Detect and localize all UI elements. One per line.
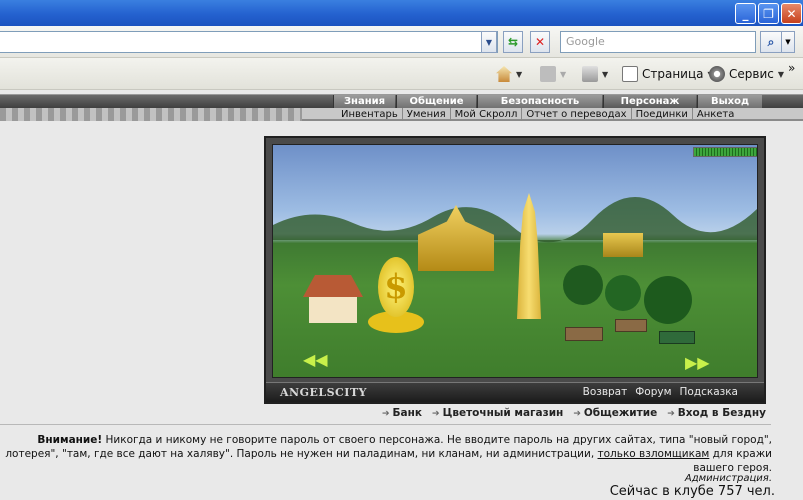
printer-icon: [582, 66, 598, 82]
warning-title: Внимание!: [37, 434, 103, 446]
nav-tab-exit[interactable]: Выход: [697, 95, 762, 109]
return-link[interactable]: Возврат: [583, 386, 628, 398]
game-nav-top: Знания Общение Безопасность Персонаж Вых…: [0, 94, 803, 109]
more-button[interactable]: »: [788, 58, 795, 78]
hackers-link[interactable]: только взломщикам: [598, 448, 710, 460]
page-menu-button[interactable]: Страница ▼: [622, 64, 714, 84]
palace-building[interactable]: [603, 233, 643, 257]
bench: [565, 327, 603, 341]
frame-footer: ANGELSCITY Возврат Форум Подсказка: [266, 382, 764, 402]
brand-logo: ANGELSCITY: [280, 386, 367, 399]
game-nav-sub: Инвентарь Умения Мой Скролл Отчет о пере…: [0, 108, 803, 121]
window-titlebar: _ ❐ ✕: [0, 0, 803, 26]
frame-links: Возврат Форум Подсказка: [583, 386, 738, 398]
nav-tab-security[interactable]: Безопасность: [477, 95, 602, 109]
location-label: Вход в Бездну: [677, 407, 766, 419]
sub-nav-links: Инвентарь Умения Мой Скролл Отчет о пере…: [337, 108, 738, 121]
location-label: Цветочный магазин: [442, 407, 564, 419]
stop-icon: ✕: [534, 35, 546, 49]
chevron-down-icon: ▼: [785, 38, 791, 46]
location-bank-link[interactable]: ➔ Банк: [382, 407, 422, 419]
arrow-right-icon: ➔: [382, 409, 390, 419]
location-label: Банк: [392, 407, 423, 419]
command-bar: ▼ ▼ ▼ Страница ▼ Сервис ▼ »: [0, 58, 803, 90]
game-frame: $ ◀◀ ▶▶ ANGELSCITY Возврат Форум Подсказ…: [264, 136, 766, 404]
sub-nav-transfers[interactable]: Отчет о переводах: [522, 108, 632, 121]
arrow-right-icon: ➔: [432, 409, 440, 419]
sub-nav-inventory[interactable]: Инвентарь: [337, 108, 403, 121]
rss-icon: [540, 66, 556, 82]
forum-link[interactable]: Форум: [635, 386, 671, 398]
nav-ornament: [0, 108, 302, 121]
search-button[interactable]: ⌕: [760, 31, 782, 53]
home-icon: [496, 66, 512, 82]
refresh-button[interactable]: ⇆: [503, 31, 523, 53]
warning-line-2: лотерея", "там, где все дают на халяву".…: [0, 447, 772, 461]
online-count: Сейчас в клубе 757 чел.: [609, 484, 775, 499]
content-divider: [0, 424, 771, 425]
health-fill: [694, 148, 757, 156]
bank-building[interactable]: $: [368, 257, 424, 335]
feeds-button[interactable]: ▼: [540, 64, 566, 84]
warning-text-1: Никогда и никому не говорите пароль от с…: [102, 434, 772, 446]
city-view: $ ◀◀ ▶▶: [272, 144, 758, 378]
chevron-down-icon: ▼: [777, 69, 785, 79]
address-dropdown-button[interactable]: ▼: [481, 31, 497, 53]
arrow-right-icon[interactable]: ▶▶: [685, 353, 710, 372]
home-button[interactable]: ▼: [496, 64, 522, 84]
tools-menu-button[interactable]: Сервис ▼: [709, 64, 784, 84]
arrow-left-icon[interactable]: ◀◀: [303, 350, 328, 369]
stop-button[interactable]: ✕: [530, 31, 550, 53]
nav-tab-communication[interactable]: Общение: [396, 95, 476, 109]
location-links: ➔ Банк ➔ Цветочный магазин ➔ Общежитие ➔ Вхо…: [382, 407, 766, 419]
city-scene: $ ◀◀ ▶▶: [273, 145, 757, 377]
admin-signature: Администрация.: [684, 473, 772, 484]
cottage-building[interactable]: [303, 275, 363, 323]
search-input[interactable]: Google: [560, 31, 756, 53]
location-dormitory-link[interactable]: ➔ Общежитие: [573, 407, 657, 419]
security-warning: Внимание! Никогда и никому не говорите п…: [0, 433, 772, 475]
arrow-right-icon: ➔: [573, 409, 581, 419]
page-icon: [622, 66, 638, 82]
warning-text-2b: для кражи: [709, 448, 772, 460]
location-abyss-link[interactable]: ➔ Вход в Бездну: [667, 407, 766, 419]
bench: [615, 319, 647, 332]
sub-nav-profile[interactable]: Анкета: [693, 108, 739, 121]
location-flower-shop-link[interactable]: ➔ Цветочный магазин: [432, 407, 563, 419]
chevron-down-icon: ▼: [516, 69, 523, 79]
sub-nav-fights[interactable]: Поединки: [632, 108, 693, 121]
address-input[interactable]: [0, 31, 498, 53]
close-button[interactable]: ✕: [781, 3, 802, 24]
warning-line-3: вашего героя.: [0, 461, 772, 475]
warning-text-2: лотерея", "там, где все дают на халяву".…: [5, 448, 595, 460]
hint-link[interactable]: Подсказка: [680, 386, 739, 398]
nav-tab-character[interactable]: Персонаж: [603, 95, 696, 109]
location-label: Общежитие: [583, 407, 658, 419]
search-options-button[interactable]: ▼: [782, 31, 795, 53]
tools-menu-label: Сервис: [729, 67, 774, 81]
warning-line-1: Внимание! Никогда и никому не говорите п…: [0, 433, 772, 447]
address-bar-row: ▼ ⇆ ✕ Google ⌕ ▼: [0, 26, 803, 58]
bench: [659, 331, 695, 344]
sub-nav-scroll[interactable]: Мой Скролл: [451, 108, 523, 121]
page-content: Знания Общение Безопасность Персонаж Вых…: [0, 90, 803, 500]
chevron-down-icon: ▼: [485, 37, 493, 47]
sub-nav-skills[interactable]: Умения: [403, 108, 451, 121]
print-button[interactable]: ▼: [582, 64, 608, 84]
search-icon: ⌕: [767, 34, 775, 49]
arrow-right-icon: ➔: [667, 409, 675, 419]
refresh-icon: ⇆: [507, 35, 519, 49]
page-menu-label: Страница: [642, 67, 704, 81]
chevron-down-icon: ▼: [602, 69, 609, 79]
nav-tab-knowledge[interactable]: Знания: [333, 95, 395, 109]
gear-icon: [709, 66, 725, 82]
chevron-down-icon: ▼: [560, 69, 567, 79]
restore-button[interactable]: ❐: [758, 3, 779, 24]
health-bar: [693, 147, 757, 157]
minimize-button[interactable]: _: [735, 3, 756, 24]
